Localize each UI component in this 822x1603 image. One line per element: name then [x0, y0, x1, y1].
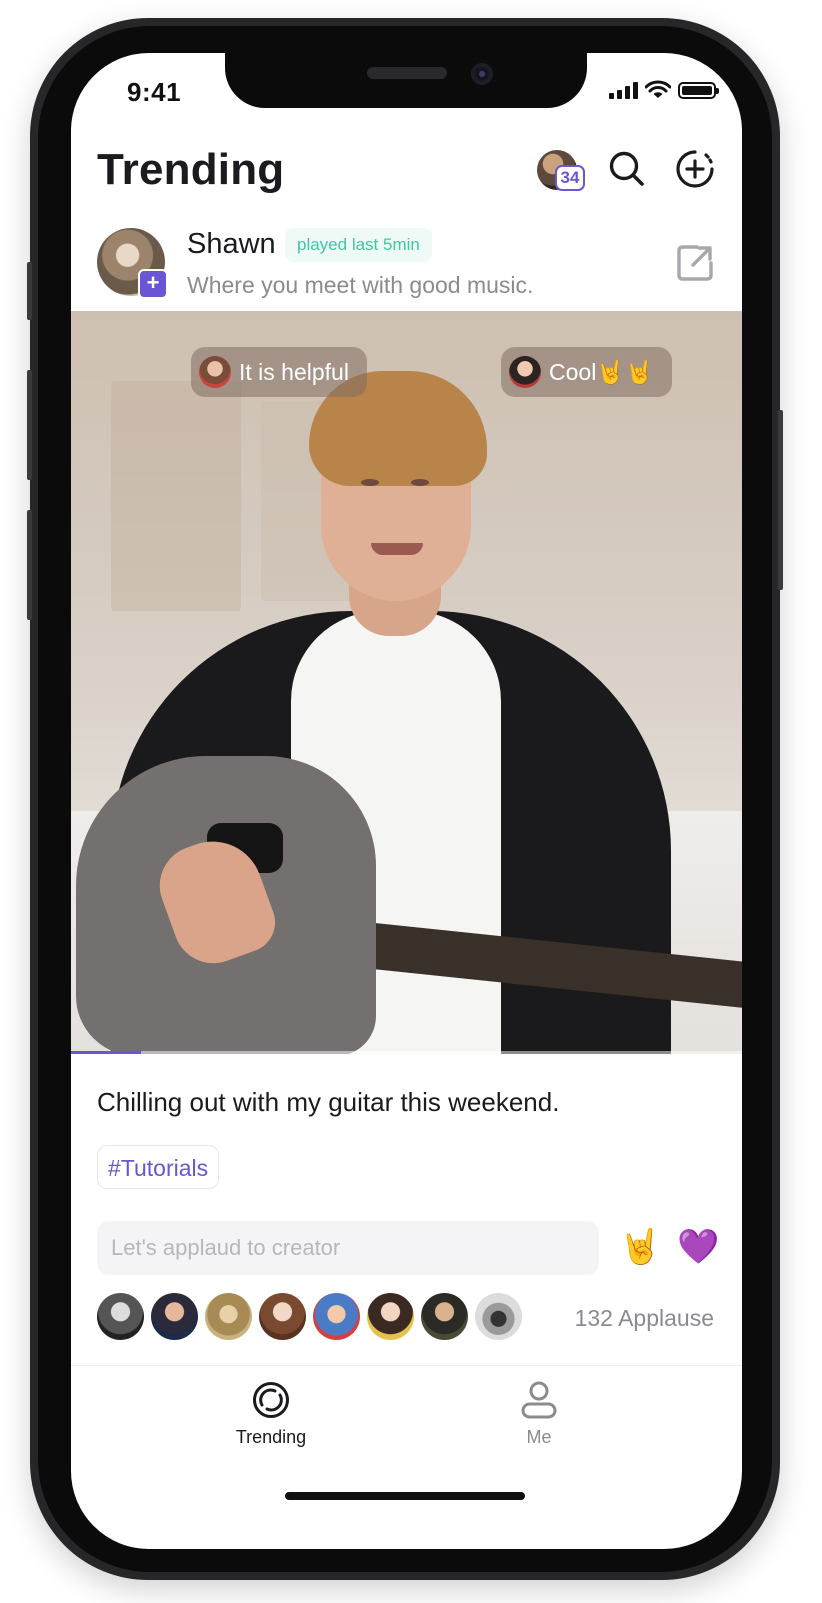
- applaud-input[interactable]: [97, 1221, 599, 1275]
- applauder-avatars[interactable]: [97, 1293, 522, 1340]
- search-icon[interactable]: [607, 149, 647, 189]
- person-mouth: [371, 543, 423, 555]
- notification-badge: 34: [555, 165, 585, 191]
- applauder-avatar: [421, 1293, 468, 1340]
- app-screen: 9:41 Trending 34 + Shawn played last 5mi…: [71, 53, 742, 1549]
- applauder-avatar: [259, 1293, 306, 1340]
- rock-hand-icon[interactable]: 🤘: [619, 1227, 661, 1267]
- tab-label: Me: [526, 1427, 552, 1447]
- earpiece: [367, 67, 447, 79]
- status-time: 9:41: [127, 77, 182, 107]
- bullet-comment-text: Cool🤘🤘: [549, 358, 654, 385]
- tab-bar: Trending Me: [71, 1365, 742, 1466]
- bullet-comment-avatar: [199, 356, 231, 388]
- power-button: [778, 410, 783, 590]
- applauder-avatar: [367, 1293, 414, 1340]
- applause-count: 132 Applause: [574, 1305, 714, 1331]
- person-eye: [411, 479, 429, 486]
- video-progress-bar[interactable]: [71, 1051, 742, 1054]
- mute-switch: [27, 262, 32, 320]
- video-progress-fill: [71, 1051, 142, 1054]
- person-eye: [361, 479, 379, 486]
- applauder-avatar: [151, 1293, 198, 1340]
- applauder-avatar: [475, 1293, 522, 1340]
- tab-label: Trending: [235, 1427, 307, 1447]
- applauder-avatar: [205, 1293, 252, 1340]
- notch: [225, 53, 587, 108]
- applauder-avatar: [313, 1293, 360, 1340]
- post-caption: Chilling out with my guitar this weekend…: [97, 1087, 560, 1117]
- cellular-signal-icon: [609, 81, 638, 99]
- status-icons: [609, 80, 719, 99]
- volume-down-button: [27, 510, 32, 620]
- author-bio: Where you meet with good music.: [187, 272, 534, 298]
- front-camera: [471, 63, 493, 85]
- trending-icon: [253, 1382, 289, 1418]
- tab-me[interactable]: Me: [439, 1366, 639, 1448]
- page-title: Trending: [97, 145, 285, 194]
- bullet-comment[interactable]: It is helpful: [191, 347, 367, 397]
- hashtag-chip[interactable]: #Tutorials: [97, 1145, 220, 1189]
- bullet-comment[interactable]: Cool🤘🤘: [501, 347, 672, 397]
- create-post-icon[interactable]: [675, 149, 715, 189]
- wifi-icon: [645, 80, 671, 98]
- tab-trending[interactable]: Trending: [171, 1366, 371, 1448]
- follow-plus-icon[interactable]: +: [138, 269, 168, 299]
- background-panel: [111, 381, 241, 611]
- activity-tag: played last 5min: [285, 228, 432, 262]
- video-player[interactable]: It is helpful Cool🤘🤘: [71, 311, 742, 1054]
- bullet-comment-avatar: [509, 356, 541, 388]
- bullet-comment-text: It is helpful: [239, 358, 349, 385]
- applauder-avatar: [97, 1293, 144, 1340]
- volume-up-button: [27, 370, 32, 480]
- profile-icon: [521, 1381, 557, 1419]
- author-name[interactable]: Shawn: [187, 228, 276, 261]
- home-indicator[interactable]: [285, 1492, 525, 1500]
- share-icon[interactable]: [675, 243, 715, 283]
- purple-heart-icon[interactable]: 💜: [677, 1227, 719, 1267]
- battery-icon: [678, 82, 719, 99]
